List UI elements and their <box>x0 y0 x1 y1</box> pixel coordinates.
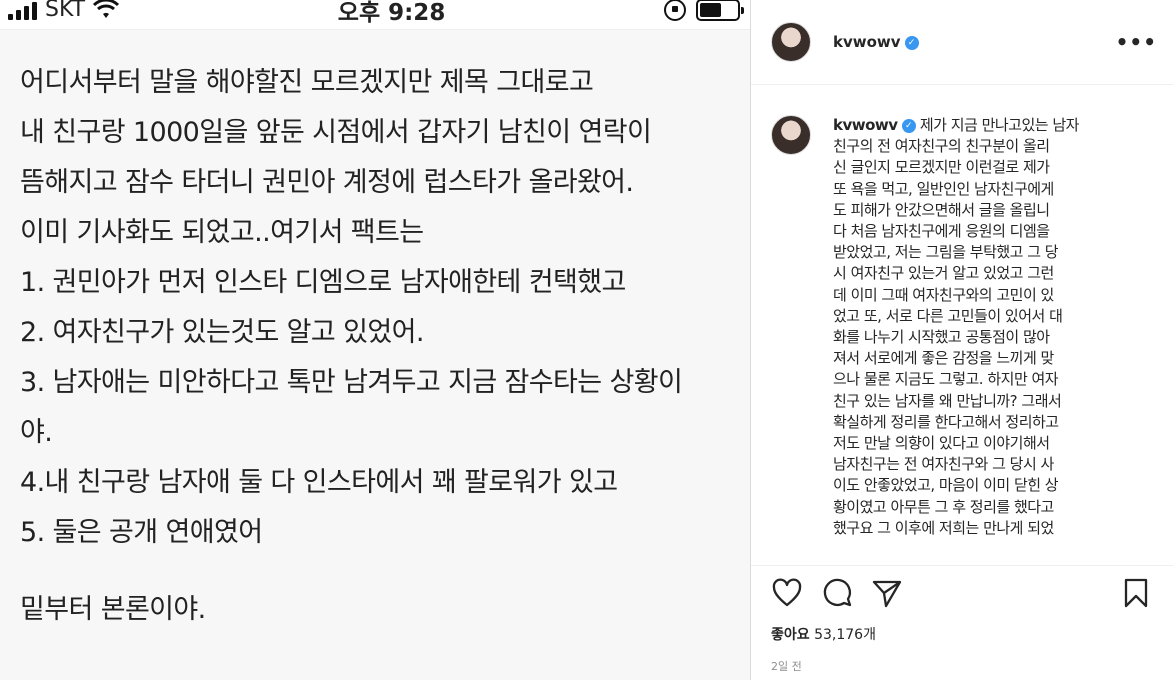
heart-icon[interactable] <box>771 577 805 611</box>
caption-line: 져서 서로에게 좋은 감정을 느끼게 맞 <box>833 349 1054 368</box>
post-line: 어디서부터 말을 해야할진 모르겠지만 제목 그대로고 <box>20 67 594 98</box>
wifi-icon <box>93 0 120 18</box>
caption-area: kvwowv ✓ 제가 지금 만나고있는 남자 친구의 전 여자친구의 친구분이 … <box>771 115 1166 555</box>
caption-first-line: kvwowv ✓ 제가 지금 만나고있는 남자 <box>833 115 1153 136</box>
phone-screenshot: SKT 오후 9:28 어디서부터 말을 해야할진 모르겠지만 제목 그대로고 … <box>0 0 750 680</box>
caption-line: 다 처음 남자친구에게 응원의 디엠을 <box>833 222 1050 241</box>
caption-line: 시 여자친구 있는거 알고 있었고 그런 <box>833 264 1054 283</box>
post-timestamp[interactable]: 2일 전 <box>771 658 1154 674</box>
post-line: 이미 기사화도 되었고..여기서 팩트는 <box>20 217 424 248</box>
status-time: 오후 9:28 <box>337 0 446 26</box>
status-bar-left: SKT <box>8 0 120 22</box>
caption-line: 었고 또, 서로 다른 고민들이 있어서 대 <box>833 306 1063 325</box>
caption-line: 남자친구는 전 여자친구와 그 당시 사 <box>833 455 1054 474</box>
post-footer-line: 밑부터 본론이야. <box>20 594 206 625</box>
caption-line: 데 이미 그때 여자친구와의 고민이 있 <box>833 285 1054 304</box>
caption-line: 이도 안좋았었고, 마음이 이미 닫힌 상 <box>833 476 1059 495</box>
caption-line: 저도 만날 의향이 있다고 이야기해서 <box>833 434 1050 453</box>
community-post-text: 어디서부터 말을 해야할진 모르겠지만 제목 그대로고 내 친구랑 1000일을… <box>20 58 740 635</box>
caption-line: 받았었고, 저는 그림을 부탁했고 그 당 <box>833 243 1059 262</box>
caption-line: 친구 있는 남자를 왜 만납니까? 그래서 <box>833 391 1062 410</box>
caption-line: 또 욕을 먹고, 일반인인 남자친구에게 <box>833 179 1054 198</box>
post-header: kvwowv ✓ ••• <box>751 0 1173 85</box>
share-icon[interactable] <box>871 577 905 611</box>
caption-line: 확실하게 정리를 한다고해서 정리하고 <box>833 412 1059 431</box>
signal-icon <box>8 0 37 20</box>
carrier-label: SKT <box>45 0 86 22</box>
caption-line: 했구요 그 이후에 저희는 만나게 되었 <box>833 518 1054 537</box>
status-bar: SKT 오후 9:28 <box>0 0 750 30</box>
post-line: 2. 여자친구가 있는것도 알고 있었어. <box>20 317 424 348</box>
username-text[interactable]: kvwowv <box>833 33 901 51</box>
post-line: 내 친구랑 1000일을 앞둔 시점에서 갑자기 남친이 연락이 <box>20 117 652 148</box>
comment-icon[interactable] <box>821 577 855 611</box>
caption-line: 제가 지금 만나고있는 남자 <box>919 116 1080 134</box>
caption-username[interactable]: kvwowv <box>833 116 898 134</box>
post-line: 1. 권민아가 먼저 인스타 디엠으로 남자애한테 컨택했고 <box>20 267 626 298</box>
likes-count[interactable]: 좋아요 53,176개 <box>771 624 1154 644</box>
post-line: 야. <box>20 417 53 448</box>
caption-line: 황이였고 아무튼 그 후 정리를 했다고 <box>833 497 1054 516</box>
post-actions: 좋아요 53,176개 2일 전 <box>751 565 1173 674</box>
action-row <box>771 574 1154 614</box>
likes-label: 좋아요 <box>771 627 810 643</box>
battery-icon <box>695 0 744 21</box>
status-bar-right <box>663 0 744 21</box>
caption-text: kvwowv ✓ 제가 지금 만나고있는 남자 친구의 전 여자친구의 친구분이 … <box>833 115 1153 555</box>
bookmark-icon[interactable] <box>1120 577 1154 611</box>
verified-badge-icon: ✓ <box>901 118 916 133</box>
likes-number: 53,176개 <box>814 627 876 643</box>
instagram-post-panel: kvwowv ✓ ••• kvwowv ✓ 제가 지금 만나고있는 남자 친구의 전… <box>750 0 1173 680</box>
more-options-button[interactable]: ••• <box>1116 30 1157 54</box>
avatar[interactable] <box>771 22 811 62</box>
post-line: 4.내 친구랑 남자애 둘 다 인스타에서 꽤 팔로워가 있고 <box>20 467 618 498</box>
rotation-lock-icon <box>663 0 686 21</box>
post-line: 5. 둘은 공개 연애였어 <box>20 517 263 548</box>
verified-badge-icon: ✓ <box>904 35 919 50</box>
post-line: 3. 남자애는 미안하다고 톡만 남겨두고 지금 잠수타는 상황이 <box>20 367 683 398</box>
caption-avatar[interactable] <box>771 115 811 155</box>
caption-line: 으나 물론 지금도 그렇고. 하지만 여자 <box>833 370 1059 389</box>
caption-line: 신 글인지 모르겠지만 이런걸로 제가 <box>833 158 1050 177</box>
header-username[interactable]: kvwowv ✓ <box>833 33 919 51</box>
caption-line: 화를 나누기 시작했고 공통점이 많아 <box>833 328 1050 347</box>
caption-line: 친구의 전 여자친구의 친구분이 올리 <box>833 137 1050 156</box>
post-line: 뜸해지고 잠수 타더니 권민아 계정에 럽스타가 올라왔어. <box>20 167 634 198</box>
caption-line: 도 피해가 안갔으면해서 글을 올립니 <box>833 200 1050 219</box>
